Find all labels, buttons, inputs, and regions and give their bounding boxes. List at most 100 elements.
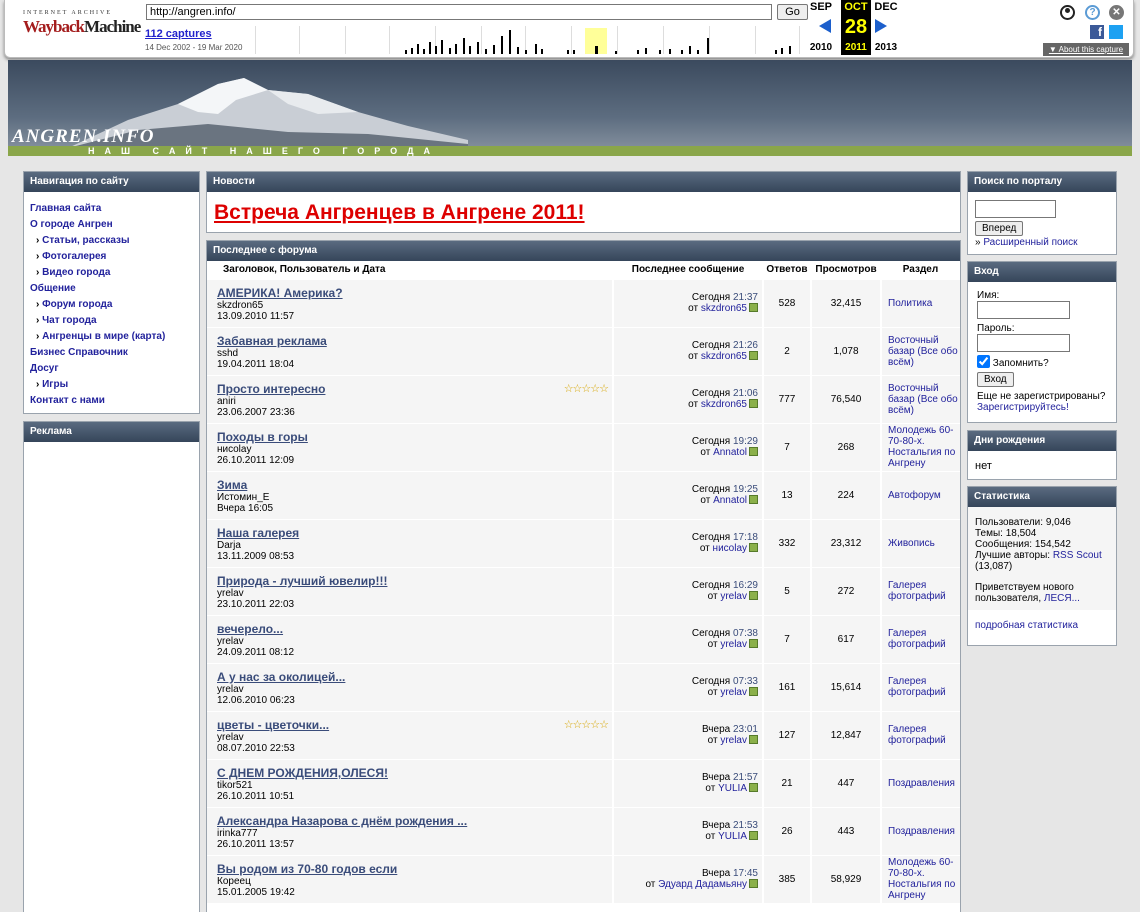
nav-item[interactable]: Бизнес Справочник <box>30 345 199 361</box>
next-month[interactable]: DEC <box>873 1 899 13</box>
last-post-author-link[interactable]: skzdron65 <box>701 351 747 362</box>
section-link[interactable]: Живопись <box>888 538 935 549</box>
search-input[interactable] <box>975 200 1056 218</box>
close-icon[interactable]: ✕ <box>1109 5 1124 20</box>
section-link[interactable]: Автофорум <box>888 490 941 501</box>
nav-item[interactable]: Ангренцы в мире (карта) <box>30 329 199 345</box>
wayback-logo[interactable]: WaybackMachine <box>23 17 141 37</box>
section-link[interactable]: Восточный базар (Все обо всём) <box>888 335 958 368</box>
last-post-author-link[interactable]: YULIA <box>718 783 747 794</box>
section-link[interactable]: Молодежь 60-70-80-х. Ностальгия по Ангре… <box>888 857 955 901</box>
next-year[interactable]: 2013 <box>873 42 899 53</box>
topic-title-link[interactable]: А у нас за околицей... <box>217 670 345 684</box>
last-post-author-link[interactable]: yrelav <box>720 591 747 602</box>
next-arrow-icon[interactable] <box>875 19 887 33</box>
section-link[interactable]: Восточный базар (Все обо всём) <box>888 383 958 416</box>
topic-title-link[interactable]: С ДНЕМ РОЖДЕНИЯ,ОЛЕСЯ! <box>217 766 388 780</box>
captures-link[interactable]: 112 captures <box>145 28 212 40</box>
register-link[interactable]: Зарегистрируйтесь! <box>977 402 1069 413</box>
nav-item[interactable]: Главная сайта <box>30 201 199 217</box>
nav-item[interactable]: Общение <box>30 281 199 297</box>
topic-title-link[interactable]: Вы родом из 70-80 годов если <box>217 862 397 876</box>
nav-item[interactable]: Контакт с нами <box>30 393 199 409</box>
about-capture-button[interactable]: ▼ About this capture <box>1043 43 1129 56</box>
go-button[interactable]: Go <box>777 4 808 20</box>
section-link[interactable]: Поздравления <box>888 778 955 789</box>
last-post-author-link[interactable]: skzdron65 <box>701 399 747 410</box>
user-icon[interactable] <box>1060 5 1075 20</box>
capture-histogram[interactable] <box>249 24 804 54</box>
last-post-cell: Сегодня 21:06 от skzdron65 <box>612 374 763 423</box>
section-link[interactable]: Молодежь 60-70-80-х. Ностальгия по Ангре… <box>888 425 955 469</box>
last-post-author-link[interactable]: skzdron65 <box>701 303 747 314</box>
nav-item[interactable]: Видео города <box>30 265 199 281</box>
last-post-author-link[interactable]: Annatol <box>713 495 747 506</box>
last-post-author-link[interactable]: Annatol <box>713 447 747 458</box>
go-to-post-icon[interactable] <box>749 303 758 312</box>
go-to-post-icon[interactable] <box>749 591 758 600</box>
prev-year[interactable]: 2010 <box>808 42 834 53</box>
go-to-post-icon[interactable] <box>749 879 758 889</box>
topic-title-link[interactable]: Зима <box>217 478 247 492</box>
last-post-author-link[interactable]: YULIA <box>718 831 747 842</box>
last-post-author-link[interactable]: yrelav <box>720 687 747 698</box>
section-cell: Поздравления <box>880 758 960 807</box>
topic-title-link[interactable]: вечерело... <box>217 622 283 636</box>
go-to-post-icon[interactable] <box>749 735 758 744</box>
nav-item[interactable]: Игры <box>30 377 199 393</box>
topic-title-link[interactable]: Наша галерея <box>217 526 299 540</box>
more-stats-link[interactable]: подробная статистика <box>968 610 1116 631</box>
go-to-post-icon[interactable] <box>749 783 758 792</box>
section-link[interactable]: Галерея фотографий <box>888 724 946 746</box>
new-user-link[interactable]: ЛЕСЯ... <box>1044 593 1080 604</box>
nav-item[interactable]: Чат города <box>30 313 199 329</box>
news-title: Новости <box>207 172 960 192</box>
last-post-author-link[interactable]: yrelav <box>720 735 747 746</box>
go-to-post-icon[interactable] <box>749 351 758 360</box>
go-to-post-icon[interactable] <box>749 447 758 456</box>
nav-item[interactable]: Досуг <box>30 361 199 377</box>
remember-checkbox[interactable] <box>977 355 990 368</box>
nav-item[interactable]: Статьи, рассказы <box>30 233 199 249</box>
go-to-post-icon[interactable] <box>749 831 758 840</box>
facebook-icon[interactable]: f <box>1090 25 1104 39</box>
twitter-icon[interactable] <box>1109 25 1123 39</box>
go-to-post-icon[interactable] <box>749 399 758 408</box>
replies-cell: 2 <box>762 326 811 375</box>
nav-item[interactable]: О городе Ангрен <box>30 217 199 233</box>
password-input[interactable] <box>977 334 1070 352</box>
site-logo[interactable]: ANGREN.INFO <box>12 126 154 148</box>
go-to-post-icon[interactable] <box>749 543 758 552</box>
topic-title-link[interactable]: Александра Назарова с днём рождения ... <box>217 814 467 828</box>
section-link[interactable]: Галерея фотографий <box>888 676 946 698</box>
help-icon[interactable]: ? <box>1085 5 1100 20</box>
topic-title-link[interactable]: Походы в горы <box>217 430 308 444</box>
topic-title-link[interactable]: Забавная реклама <box>217 334 327 348</box>
topic-title-link[interactable]: АМЕРИКА! Америка? <box>217 286 343 300</box>
advanced-search-link[interactable]: Расширенный поиск <box>983 237 1077 248</box>
last-post-time: 07:38 <box>732 628 758 639</box>
nav-item[interactable]: Форум города <box>30 297 199 313</box>
search-button[interactable]: Вперед <box>975 221 1024 236</box>
last-post-author-link[interactable]: yrelav <box>720 639 747 650</box>
topic-title-link[interactable]: Просто интересно <box>217 382 325 396</box>
prev-arrow-icon[interactable] <box>819 19 831 33</box>
section-link[interactable]: Поздравления <box>888 826 955 837</box>
best-author-link[interactable]: RSS Scout <box>1053 550 1102 561</box>
last-post-author-link[interactable]: нисolay <box>713 543 747 554</box>
url-input[interactable] <box>146 4 772 20</box>
login-button[interactable]: Вход <box>977 372 1014 387</box>
section-link[interactable]: Политика <box>888 298 932 309</box>
nav-item[interactable]: Фотогалерея <box>30 249 199 265</box>
go-to-post-icon[interactable] <box>749 687 758 696</box>
prev-month[interactable]: SEP <box>808 1 834 13</box>
topic-title-link[interactable]: Природа - лучший ювелир!!! <box>217 574 387 588</box>
last-post-author-link[interactable]: Эдуард Дадамьяну <box>658 879 747 890</box>
topic-title-link[interactable]: цветы - цветочки... <box>217 718 329 732</box>
section-link[interactable]: Галерея фотографий <box>888 628 946 650</box>
news-headline[interactable]: Встреча Ангренцев в Ангрене 2011! <box>214 201 960 225</box>
go-to-post-icon[interactable] <box>749 639 758 648</box>
go-to-post-icon[interactable] <box>749 495 758 504</box>
username-input[interactable] <box>977 301 1070 319</box>
section-link[interactable]: Галерея фотографий <box>888 580 946 602</box>
